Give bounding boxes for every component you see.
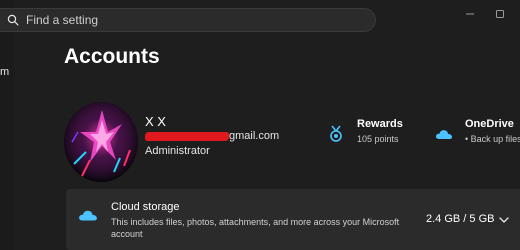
profile-email: gmail.com xyxy=(144,130,285,144)
profile-name: X X xyxy=(145,114,166,129)
redaction-mark xyxy=(144,132,230,141)
profile-email-text: gmail.com xyxy=(229,130,280,142)
minimize-icon[interactable] xyxy=(464,8,476,20)
chevron-down-icon[interactable] xyxy=(498,213,510,225)
search-input[interactable] xyxy=(26,13,346,27)
settings-window: m Accounts xyxy=(0,0,520,250)
avatar[interactable] xyxy=(64,102,138,182)
onedrive-status: • Back up files xyxy=(465,134,520,144)
search-icon xyxy=(0,8,26,32)
onedrive-title: OneDrive xyxy=(465,118,514,130)
rewards-medal-icon xyxy=(325,123,347,145)
cloud-storage-card[interactable]: Cloud storage This includes files, photo… xyxy=(66,189,520,250)
onedrive-tile[interactable]: OneDrive • Back up files xyxy=(433,118,520,145)
cloud-icon xyxy=(78,208,100,230)
search-box[interactable] xyxy=(0,8,376,32)
cloud-storage-usage: 2.4 GB / 5 GB xyxy=(426,213,495,225)
cloud-storage-description: This includes files, photos, attachments… xyxy=(111,217,400,239)
rewards-tile[interactable]: Rewards 105 points xyxy=(325,118,403,145)
cloud-storage-title: Cloud storage xyxy=(111,201,180,213)
onedrive-cloud-icon xyxy=(433,123,455,145)
maximize-icon[interactable] xyxy=(494,8,506,20)
profile-role: Administrator xyxy=(145,145,210,157)
nav-pane: m xyxy=(0,0,14,250)
rewards-title: Rewards xyxy=(357,118,403,130)
rewards-points: 105 points xyxy=(357,134,399,144)
avatar-image xyxy=(64,102,138,182)
nav-item-fragment[interactable]: m xyxy=(0,66,9,78)
page-title: Accounts xyxy=(64,45,160,68)
